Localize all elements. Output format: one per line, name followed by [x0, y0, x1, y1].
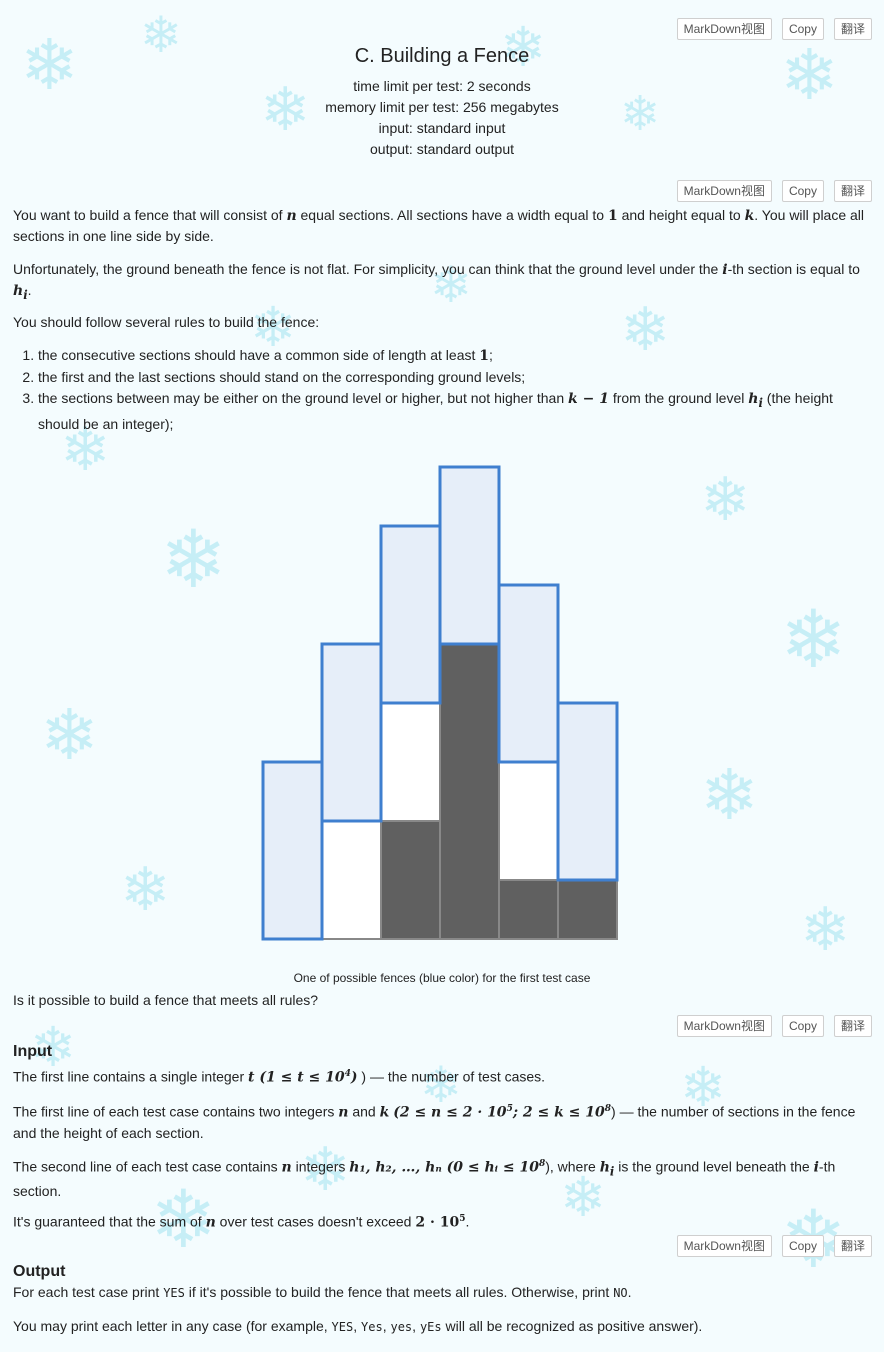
- markdown-view-button[interactable]: MarkDown视图: [676, 1235, 772, 1257]
- translate-button[interactable]: 翻译: [833, 1015, 872, 1037]
- gap-block: [498, 761, 559, 881]
- rule-item: the sections between may be either on th…: [38, 388, 878, 435]
- translate-button[interactable]: 翻译: [833, 1235, 872, 1257]
- output-line-1: For each test case print YES if it's pos…: [13, 1284, 632, 1300]
- output-toolbar: MarkDown视图 Copy 翻译: [676, 1235, 872, 1257]
- fence-section: [261, 760, 324, 941]
- fence-figure: [261, 465, 619, 941]
- figure-caption: One of possible fences (blue color) for …: [293, 971, 591, 985]
- ground-block: [557, 879, 618, 940]
- markdown-view-button[interactable]: MarkDown视图: [676, 1015, 772, 1037]
- gap-block: [321, 820, 382, 940]
- markdown-view-button[interactable]: MarkDown视图: [676, 18, 772, 40]
- copy-button[interactable]: Copy: [781, 18, 824, 40]
- header-toolbar: MarkDown视图 Copy 翻译: [676, 18, 872, 40]
- statement-toolbar: MarkDown视图 Copy 翻译: [676, 180, 872, 202]
- time-limit: time limit per test: 2 seconds: [353, 78, 531, 94]
- fence-section: [438, 465, 501, 646]
- rules-list: the consecutive sections should have a c…: [13, 345, 878, 435]
- gap-block: [380, 702, 441, 822]
- rule-item: the consecutive sections should have a c…: [38, 345, 878, 367]
- ground-block: [439, 643, 500, 940]
- copy-button[interactable]: Copy: [781, 1015, 824, 1037]
- statement-paragraph-1: You want to build a fence that will cons…: [13, 207, 865, 244]
- input-line-4: It's guaranteed that the sum of n over t…: [13, 1213, 470, 1231]
- input-line-1: The first line contains a single integer…: [13, 1068, 546, 1086]
- fence-section: [320, 642, 383, 823]
- input-heading: Input: [13, 1043, 53, 1060]
- output-spec: output: standard output: [370, 141, 514, 157]
- fence-section: [379, 524, 442, 705]
- statement-paragraph-3: You should follow several rules to build…: [13, 314, 320, 330]
- translate-button[interactable]: 翻译: [833, 180, 872, 202]
- input-toolbar: MarkDown视图 Copy 翻译: [676, 1015, 872, 1037]
- fence-section: [497, 583, 560, 764]
- input-spec: input: standard input: [378, 120, 506, 136]
- memory-limit: memory limit per test: 256 megabytes: [325, 99, 559, 115]
- input-line-2: The first line of each test case contain…: [13, 1103, 856, 1141]
- translate-button[interactable]: 翻译: [833, 18, 872, 40]
- question-text: Is it possible to build a fence that mee…: [13, 992, 319, 1008]
- output-line-2: You may print each letter in any case (f…: [13, 1318, 703, 1334]
- ground-block: [380, 820, 441, 940]
- output-heading: Output: [13, 1263, 66, 1280]
- markdown-view-button[interactable]: MarkDown视图: [676, 180, 772, 202]
- copy-button[interactable]: Copy: [781, 1235, 824, 1257]
- copy-button[interactable]: Copy: [781, 180, 824, 202]
- input-line-3: The second line of each test case contai…: [13, 1158, 836, 1200]
- ground-block: [498, 879, 559, 940]
- problem-page: MarkDown视图 Copy 翻译 C. Building a Fence t…: [0, 0, 884, 1352]
- statement-paragraph-2: Unfortunately, the ground beneath the fe…: [13, 261, 860, 302]
- rule-item: the first and the last sections should s…: [38, 367, 878, 388]
- fence-section: [556, 701, 619, 882]
- problem-title: C. Building a Fence: [354, 45, 530, 67]
